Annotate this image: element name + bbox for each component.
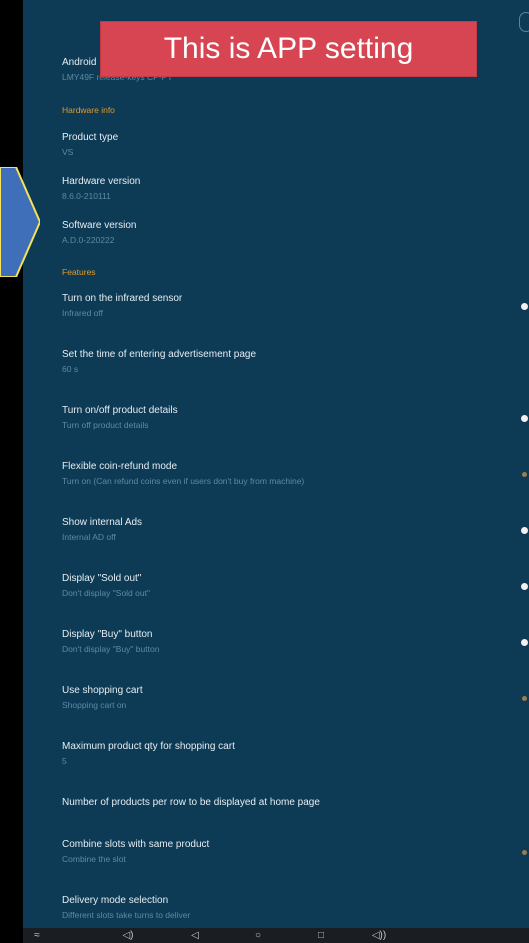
setting-item-sold-out[interactable]: Display "Sold out" Don't display "Sold o… [62, 572, 529, 599]
toggle-switch[interactable] [522, 472, 527, 477]
volume-down-icon[interactable]: ◁) [120, 928, 136, 943]
setting-title: Display "Buy" button [62, 629, 153, 640]
setting-subtitle: Don't display "Buy" button [62, 644, 160, 654]
setting-subtitle: Turn on (Can refund coins even if users … [62, 476, 305, 486]
setting-title: Combine slots with same product [62, 839, 210, 850]
setting-item-cart-max-qty[interactable]: Maximum product qty for shopping cart 5 [62, 740, 529, 767]
toggle-switch[interactable] [522, 850, 527, 855]
setting-item-delivery-mode[interactable]: Delivery mode selection Different slots … [62, 894, 529, 921]
home-icon[interactable]: ○ [250, 928, 266, 943]
setting-title: Use shopping cart [62, 685, 143, 696]
setting-item-combine-slots[interactable]: Combine slots with same product Combine … [62, 838, 529, 865]
setting-subtitle: VS [62, 147, 74, 157]
volume-up-icon[interactable]: ◁)) [371, 928, 387, 943]
toggle-switch[interactable] [521, 527, 528, 534]
setting-subtitle: 8.6.0-210111 [62, 191, 111, 201]
setting-subtitle: Infrared off [62, 308, 103, 318]
menu-icon[interactable]: ≈ [29, 928, 45, 943]
toggle-switch[interactable] [521, 303, 528, 310]
setting-item-product-type[interactable]: Product type VS [62, 131, 529, 158]
settings-screen: Android LMY49F release-keys CP-PT Hardwa… [23, 0, 529, 928]
toggle-switch[interactable] [522, 696, 527, 701]
setting-title: Show internal Ads [62, 517, 143, 528]
toggle-switch[interactable] [521, 415, 528, 422]
setting-title: Turn on/off product details [62, 405, 178, 416]
setting-item-internal-ads[interactable]: Show internal Ads Internal AD off [62, 516, 529, 543]
setting-title: Display "Sold out" [62, 573, 142, 584]
setting-title: Maximum product qty for shopping cart [62, 741, 235, 752]
setting-item-product-details[interactable]: Turn on/off product details Turn off pro… [62, 404, 529, 431]
setting-item-buy-button[interactable]: Display "Buy" button Don't display "Buy"… [62, 628, 529, 655]
setting-title: Turn on the infrared sensor [62, 293, 183, 304]
setting-subtitle: A.D.0-220222 [62, 235, 115, 245]
section-header-hardware: Hardware info [62, 105, 115, 115]
setting-subtitle: Turn off product details [62, 420, 149, 430]
setting-item-coin-refund[interactable]: Flexible coin-refund mode Turn on (Can r… [62, 460, 529, 487]
setting-subtitle: Combine the slot [62, 854, 126, 864]
toggle-switch[interactable] [521, 639, 528, 646]
setting-title: Hardware version [62, 176, 141, 187]
section-header-features: Features [62, 267, 96, 277]
recents-icon[interactable]: □ [313, 928, 329, 943]
setting-title: Delivery mode selection [62, 895, 169, 906]
setting-title: Set the time of entering advertisement p… [62, 349, 257, 360]
setting-subtitle: Internal AD off [62, 532, 116, 542]
back-icon[interactable]: ◁ [187, 928, 203, 943]
setting-subtitle: 5 [62, 756, 67, 766]
setting-item-infrared-sensor[interactable]: Turn on the infrared sensor Infrared off [62, 292, 529, 319]
setting-title: Number of products per row to be display… [62, 797, 320, 808]
setting-item-software-version[interactable]: Software version A.D.0-220222 [62, 219, 529, 246]
system-navigation-bar: ≈ ◁) ◁ ○ □ ◁)) [23, 928, 529, 943]
setting-item-hardware-version[interactable]: Hardware version 8.6.0-210111 [62, 175, 529, 202]
setting-item-products-per-row[interactable]: Number of products per row to be display… [62, 796, 529, 811]
setting-item-shopping-cart[interactable]: Use shopping cart Shopping cart on [62, 684, 529, 711]
setting-item-ad-page-time[interactable]: Set the time of entering advertisement p… [62, 348, 529, 375]
pointer-arrow-icon [0, 167, 40, 277]
annotation-banner: This is APP setting [101, 22, 476, 76]
setting-subtitle: 60 s [62, 364, 79, 374]
scroll-indicator [519, 12, 529, 32]
setting-subtitle: Different slots take turns to deliver [62, 910, 191, 920]
setting-subtitle: Don't display "Sold out" [62, 588, 150, 598]
setting-title: Flexible coin-refund mode [62, 461, 178, 472]
toggle-switch[interactable] [521, 583, 528, 590]
setting-title: Product type [62, 132, 119, 143]
setting-subtitle: Shopping cart on [62, 700, 127, 710]
setting-title: Software version [62, 220, 137, 231]
